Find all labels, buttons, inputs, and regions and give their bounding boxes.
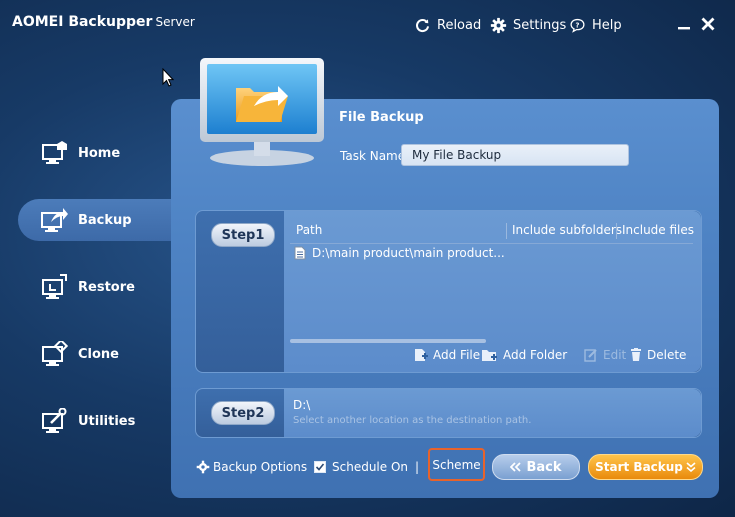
backup-icon xyxy=(40,205,70,235)
edit-button[interactable]: Edit xyxy=(584,348,626,362)
edit-icon xyxy=(584,349,597,362)
scheme-button[interactable]: Scheme xyxy=(428,448,485,481)
sidebar-item-utilities[interactable]: Utilities xyxy=(18,400,170,442)
close-icon xyxy=(701,17,715,31)
file-backup-monitor-icon xyxy=(200,58,324,166)
help-icon: ? xyxy=(570,18,585,33)
double-chevron-down-icon xyxy=(686,462,696,472)
minimize-button[interactable] xyxy=(675,14,693,34)
delete-button[interactable]: Delete xyxy=(630,348,686,362)
step1-badge: Step1 xyxy=(211,223,275,247)
sidebar-item-label: Backup xyxy=(78,212,132,228)
sidebar-item-backup[interactable]: Backup xyxy=(18,199,178,241)
app-window: AOMEI Backupper Server Reload Settings ?… xyxy=(0,0,735,517)
add-file-button[interactable]: Add File xyxy=(414,348,480,362)
file-path: D:\main product\main product... xyxy=(312,246,505,260)
wrench-icon xyxy=(40,406,70,436)
backup-options-button[interactable]: Backup Options xyxy=(196,457,307,477)
app-name: AOMEI Backupper xyxy=(12,14,153,30)
page-title: File Backup xyxy=(339,110,424,125)
add-file-icon xyxy=(415,349,428,361)
reload-icon xyxy=(416,18,430,32)
sidebar-item-home[interactable]: Home xyxy=(18,132,170,174)
sidebar-item-label: Clone xyxy=(78,346,119,362)
schedule-on-checkbox[interactable]: Schedule On xyxy=(314,457,408,477)
settings-label: Settings xyxy=(513,17,567,33)
step1-section: Step1 Path Include subfolders Include fi… xyxy=(195,210,702,373)
gear-icon xyxy=(196,460,210,474)
column-header-include-subfolders[interactable]: Include subfolders xyxy=(512,223,622,237)
reload-button[interactable]: Reload xyxy=(414,14,481,36)
restore-icon xyxy=(40,272,70,302)
add-folder-button[interactable]: Add Folder xyxy=(482,348,567,362)
sidebar-item-clone[interactable]: Clone xyxy=(18,333,170,375)
app-title: AOMEI Backupper Server xyxy=(12,14,195,30)
help-label: Help xyxy=(592,17,622,33)
reload-label: Reload xyxy=(437,17,482,33)
title-bar: AOMEI Backupper Server Reload Settings ?… xyxy=(0,0,735,48)
horizontal-scrollbar[interactable] xyxy=(290,339,486,343)
task-name-label: Task Name xyxy=(340,149,406,163)
bottom-separator: | xyxy=(415,460,420,474)
checkbox[interactable] xyxy=(314,461,326,473)
app-edition: Server xyxy=(155,15,195,29)
add-folder-icon xyxy=(482,350,497,361)
sidebar-item-restore[interactable]: Restore xyxy=(18,266,170,308)
destination-path-field[interactable]: D:\ Select another location as the desti… xyxy=(284,389,701,437)
sidebar-item-label: Home xyxy=(78,145,121,161)
gear-icon xyxy=(490,17,507,33)
mouse-cursor-icon xyxy=(162,68,174,87)
clone-icon xyxy=(40,339,70,369)
home-icon xyxy=(40,138,70,168)
double-chevron-left-icon xyxy=(510,462,522,472)
start-backup-button[interactable]: Start Backup xyxy=(588,454,703,480)
table-row[interactable]: D:\main product\main product... xyxy=(294,246,505,260)
minimize-icon xyxy=(678,27,690,30)
settings-button[interactable]: Settings xyxy=(490,14,566,36)
help-button[interactable]: ? Help xyxy=(569,14,622,36)
checkmark-icon xyxy=(315,463,325,471)
step2-badge: Step2 xyxy=(211,401,275,425)
file-icon xyxy=(294,246,306,260)
step2-section: Step2 D:\ Select another location as the… xyxy=(195,388,702,438)
close-button[interactable] xyxy=(699,14,717,34)
sidebar-item-label: Restore xyxy=(78,279,135,295)
source-file-list[interactable]: Path Include subfolders Include files D:… xyxy=(284,211,701,372)
back-button[interactable]: Back xyxy=(492,454,580,480)
column-header-path[interactable]: Path xyxy=(296,223,322,237)
destination-hint: Select another location as the destinati… xyxy=(293,415,532,426)
sidebar-item-label: Utilities xyxy=(78,413,136,429)
column-header-include-files[interactable]: Include files xyxy=(622,223,694,237)
svg-text:?: ? xyxy=(576,21,580,29)
destination-path: D:\ xyxy=(293,398,311,412)
task-name-input[interactable] xyxy=(401,144,629,166)
trash-icon xyxy=(631,348,641,361)
